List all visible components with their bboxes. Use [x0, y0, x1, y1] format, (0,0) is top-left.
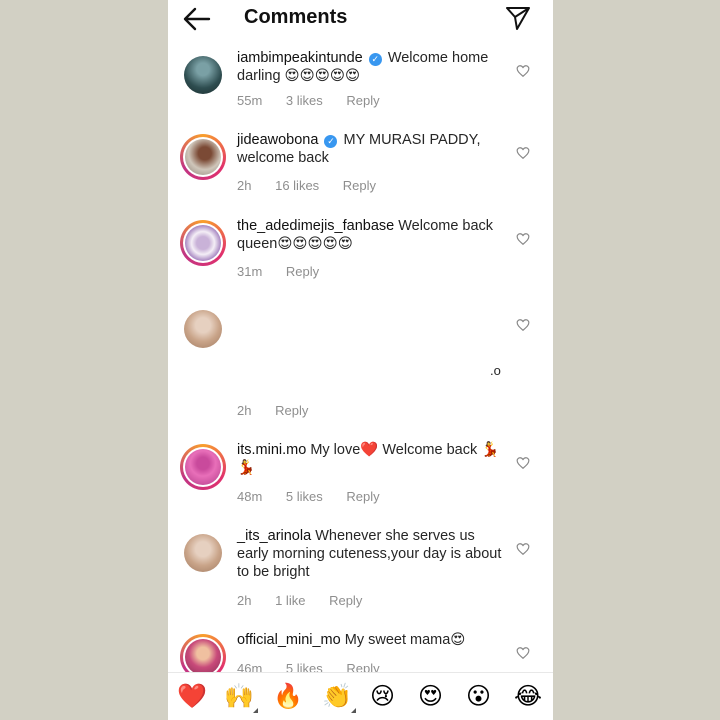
comment-meta: 2h 16 likes Reply — [237, 178, 396, 193]
emoji-fire-button[interactable]: 🔥 — [273, 683, 303, 711]
comment-likes[interactable]: 1 like — [275, 593, 305, 608]
emoji-clap-icon: 👏 — [322, 683, 352, 710]
avatar-image — [185, 139, 221, 175]
comment-text: _its_arinola Whenever she serves us earl… — [237, 527, 507, 581]
comment-text: official_mini_mo My sweet mama😍 — [237, 631, 507, 649]
avatar-image — [184, 310, 222, 348]
comment-time: 2h — [237, 593, 252, 608]
comment-username[interactable]: its.mini.mo — [237, 442, 306, 458]
paper-plane-icon — [506, 7, 530, 30]
comment-meta: 2h 1 like Reply — [237, 593, 382, 608]
comment-body: My sweet mama😍 — [344, 632, 466, 648]
comment-time: 55m — [237, 93, 263, 108]
like-button[interactable] — [516, 64, 530, 78]
arrow-left-icon — [183, 7, 211, 31]
comment-time: 31m — [237, 264, 263, 279]
avatar-image — [184, 56, 222, 94]
verified-badge-icon: ✓ — [324, 135, 338, 148]
emoji-raised-hands-icon: 🙌 — [224, 683, 254, 710]
like-button[interactable] — [516, 318, 530, 332]
heart-icon — [516, 233, 530, 246]
verified-badge-icon: ✓ — [368, 53, 382, 66]
comment-username[interactable]: _its_arinola — [237, 528, 311, 544]
like-button[interactable] — [516, 232, 530, 246]
share-button[interactable] — [504, 4, 532, 32]
page-title: Comments — [244, 6, 348, 28]
heart-icon — [516, 543, 530, 556]
phone-screen: Comments iambimpeakintunde ✓ Welcome hom… — [168, 0, 553, 720]
back-button[interactable] — [182, 6, 212, 32]
avatar-image — [185, 225, 221, 261]
avatar[interactable] — [180, 134, 226, 180]
comment-likes[interactable]: 3 likes — [286, 93, 323, 108]
like-button[interactable] — [516, 146, 530, 160]
emoji-raised-hands-button[interactable]: 🙌 — [224, 683, 258, 713]
reply-button[interactable]: Reply — [346, 489, 379, 504]
comment-likes[interactable]: 16 likes — [275, 178, 319, 193]
reply-button[interactable]: Reply — [346, 93, 379, 108]
heart-icon — [516, 457, 530, 470]
comment-text: iambimpeakintunde ✓ Welcome home darling… — [237, 49, 507, 85]
comment-body: .o — [490, 363, 501, 378]
emoji-surprised-button[interactable]: 😮 — [466, 683, 491, 711]
avatar-ring-gap — [183, 637, 223, 677]
avatar[interactable] — [180, 444, 226, 490]
emoji-laughing-button[interactable]: 😂 — [514, 683, 542, 711]
comment-username[interactable]: official_mini_mo — [237, 632, 341, 648]
avatar-ring-gap — [183, 447, 223, 487]
comment-meta: 55m 3 likes Reply — [237, 93, 400, 108]
heart-icon — [516, 647, 530, 660]
reply-button[interactable]: Reply — [343, 178, 376, 193]
heart-icon — [516, 147, 530, 160]
reply-button[interactable]: Reply — [275, 403, 308, 418]
comment-likes[interactable]: 5 likes — [286, 489, 323, 504]
reply-button[interactable]: Reply — [329, 593, 362, 608]
emoji-clap-button[interactable]: 👏 — [322, 683, 356, 713]
avatar[interactable] — [180, 220, 226, 266]
comment-meta: 31m Reply — [237, 264, 339, 279]
emoji-crying-button[interactable]: 😢 — [370, 683, 395, 711]
like-button[interactable] — [516, 646, 530, 660]
comment-time: 2h — [237, 178, 252, 193]
skin-tone-indicator-icon — [252, 708, 258, 713]
comment-username[interactable]: iambimpeakintunde — [237, 50, 363, 66]
avatar[interactable] — [180, 52, 226, 98]
like-button[interactable] — [516, 456, 530, 470]
emoji-reaction-bar: ❤️ 🙌 🔥 👏 😢 😍 😮 😂 — [168, 672, 553, 720]
comment-time: 2h — [237, 403, 252, 418]
comment-username[interactable]: jideawobona — [237, 132, 318, 148]
avatar-image — [184, 534, 222, 572]
like-button[interactable] — [516, 542, 530, 556]
emoji-heart-eyes-button[interactable]: 😍 — [418, 683, 443, 711]
comment-text: jideawobona ✓ MY MURASI PADDY, welcome b… — [237, 131, 507, 167]
comments-header: Comments — [168, 0, 553, 38]
comment-text: its.mini.mo My love❤️ Welcome back 💃💃 — [237, 441, 507, 477]
comment-time: 48m — [237, 489, 263, 504]
skin-tone-indicator-icon — [350, 708, 356, 713]
emoji-heart-button[interactable]: ❤️ — [177, 683, 207, 711]
comment-meta: 2h Reply — [237, 403, 328, 418]
heart-icon — [516, 319, 530, 332]
avatar-ring-gap — [183, 137, 223, 177]
avatar[interactable] — [180, 306, 226, 352]
avatar[interactable] — [180, 530, 226, 576]
comment-meta: 48m 5 likes Reply — [237, 489, 400, 504]
heart-icon — [516, 65, 530, 78]
reply-button[interactable]: Reply — [286, 264, 319, 279]
avatar-ring-gap — [183, 223, 223, 263]
avatar-image — [185, 639, 221, 675]
comment-text: the_adedimejis_fanbase Welcome back quee… — [237, 217, 507, 253]
comment-username[interactable]: the_adedimejis_fanbase — [237, 218, 394, 234]
avatar-image — [185, 449, 221, 485]
